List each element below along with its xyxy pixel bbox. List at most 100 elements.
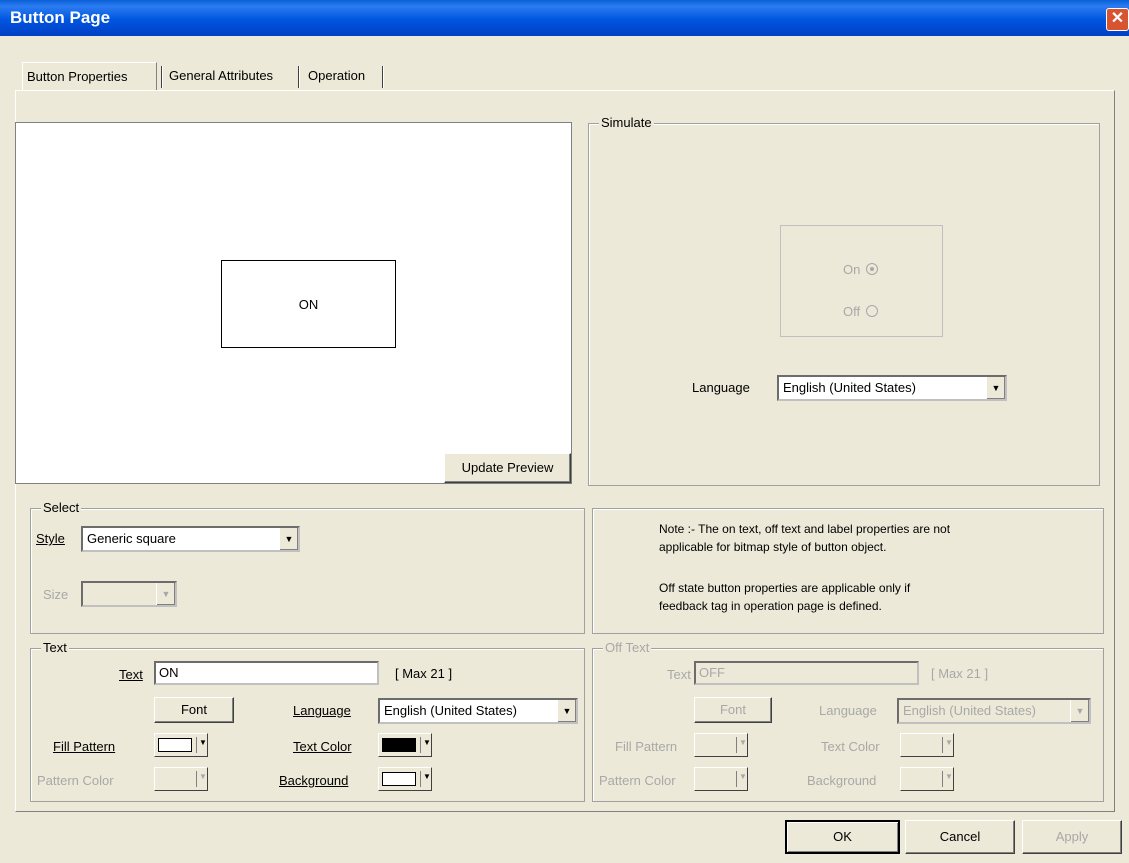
text-language-select[interactable]: English (United States) ▼ (378, 698, 578, 724)
background-swatch (382, 772, 416, 786)
chevron-down-icon: ▼ (945, 738, 953, 747)
tab-divider (382, 66, 384, 88)
picker-divider (942, 737, 943, 753)
text-max-label: [ Max 21 ] (395, 666, 453, 681)
off-fill-pattern-swatch (698, 738, 732, 752)
pattern-color-label: Pattern Color (37, 773, 114, 788)
background-color-picker[interactable]: ▼ (378, 767, 432, 791)
window-title: Button Page (10, 8, 111, 27)
tab-general-attributes[interactable]: General Attributes (165, 62, 293, 90)
note-group: Note :- The on text, off text and label … (592, 508, 1104, 634)
off-text-input[interactable]: OFF (694, 661, 919, 685)
note-line-3: Off state button properties are applicab… (659, 581, 911, 595)
off-language-value: English (United States) (903, 703, 1036, 718)
picker-divider (736, 771, 737, 787)
style-select[interactable]: Generic square ▼ (81, 526, 300, 552)
fill-pattern-swatch (158, 738, 192, 752)
chevron-down-icon: ▼ (423, 738, 431, 747)
off-language-select[interactable]: English (United States) ▼ (897, 698, 1091, 724)
simulate-on-label: On (843, 262, 861, 277)
off-text-max-label: [ Max 21 ] (931, 666, 989, 681)
size-label: Size (43, 587, 69, 602)
off-background-swatch (904, 772, 938, 786)
tab-operation[interactable]: Operation (304, 62, 380, 90)
note-line-4: feedback tag in operation page is define… (659, 599, 882, 613)
ok-button[interactable]: OK (785, 820, 900, 854)
select-legend: Select (41, 500, 82, 515)
text-label: Text (119, 667, 143, 682)
off-text-color-label: Text Color (821, 739, 880, 754)
text-color-swatch (382, 738, 416, 752)
text-group: Text Text ON [ Max 21 ] Font Language En… (30, 640, 585, 802)
simulate-off-label: Off (843, 304, 861, 319)
chevron-down-icon: ▼ (945, 772, 953, 781)
off-pattern-color-label: Pattern Color (599, 773, 676, 788)
pattern-color-picker[interactable]: ▼ (154, 767, 208, 791)
background-label: Background (279, 773, 349, 788)
off-background-label: Background (807, 773, 877, 788)
picker-divider (420, 771, 421, 787)
picker-divider (942, 771, 943, 787)
picker-divider (196, 737, 197, 753)
simulate-legend: Simulate (599, 115, 654, 130)
text-value: ON (159, 665, 179, 680)
tab-button-properties[interactable]: Button Properties (22, 62, 157, 90)
picker-divider (420, 737, 421, 753)
text-language-value: English (United States) (384, 703, 517, 718)
tab-divider (161, 66, 163, 88)
pattern-color-swatch (158, 772, 192, 786)
fill-pattern-label: Fill Pattern (53, 739, 116, 754)
close-icon[interactable]: ✕ (1106, 8, 1129, 31)
text-color-label: Text Color (293, 739, 352, 754)
off-font-button[interactable]: Font (694, 697, 772, 723)
style-value: Generic square (87, 531, 176, 546)
simulate-language-label: Language (692, 380, 750, 395)
chevron-down-icon: ▼ (423, 772, 431, 781)
simulate-off-radio[interactable] (866, 305, 878, 317)
text-language-label: Language (293, 703, 351, 718)
simulate-language-select[interactable]: English (United States) ▼ (777, 375, 1007, 401)
off-language-label: Language (819, 703, 877, 718)
apply-button[interactable]: Apply (1022, 820, 1122, 854)
update-preview-button[interactable]: Update Preview (444, 453, 571, 483)
chevron-down-icon: ▼ (557, 700, 576, 722)
off-text-color-swatch (904, 738, 938, 752)
title-bar: Button Page ✕ (0, 0, 1129, 36)
text-color-picker[interactable]: ▼ (378, 733, 432, 757)
picker-divider (736, 737, 737, 753)
off-text-value: OFF (699, 665, 725, 680)
button-preview-area: ON Update Preview (15, 122, 572, 484)
fill-pattern-picker[interactable]: ▼ (154, 733, 208, 757)
text-input[interactable]: ON (154, 661, 379, 685)
chevron-down-icon: ▼ (739, 772, 747, 781)
style-label: Style (36, 531, 65, 546)
note-line-1: Note :- The on text, off text and label … (659, 522, 951, 536)
font-button[interactable]: Font (154, 697, 234, 723)
chevron-down-icon: ▼ (199, 738, 207, 747)
simulate-state-box: On Off (780, 225, 943, 337)
text-legend: Text (41, 640, 69, 655)
chevron-down-icon: ▼ (986, 377, 1005, 399)
radio-selected-dot (870, 267, 874, 271)
chevron-down-icon: ▼ (1070, 700, 1089, 722)
size-select[interactable]: ▼ (81, 581, 177, 607)
off-text-color-picker[interactable]: ▼ (900, 733, 954, 757)
chevron-down-icon: ▼ (199, 772, 207, 781)
off-background-picker[interactable]: ▼ (900, 767, 954, 791)
chevron-down-icon: ▼ (279, 528, 298, 550)
cancel-button[interactable]: Cancel (905, 820, 1015, 854)
off-text-group: Off Text Text OFF [ Max 21 ] Font Langua… (592, 640, 1104, 802)
simulate-group: Simulate On Off Language English (United… (588, 115, 1100, 486)
note-line-2: applicable for bitmap style of button ob… (659, 540, 887, 554)
off-text-legend: Off Text (603, 640, 652, 655)
simulate-language-value: English (United States) (783, 380, 916, 395)
off-pattern-color-swatch (698, 772, 732, 786)
off-pattern-color-picker[interactable]: ▼ (694, 767, 748, 791)
simulate-on-radio[interactable] (866, 263, 878, 275)
select-group: Select Style Generic square ▼ Size ▼ (30, 500, 585, 634)
off-fill-pattern-picker[interactable]: ▼ (694, 733, 748, 757)
tab-divider (298, 66, 300, 88)
off-fill-pattern-label: Fill Pattern (615, 739, 678, 754)
chevron-down-icon: ▼ (739, 738, 747, 747)
chevron-down-icon: ▼ (156, 583, 175, 605)
